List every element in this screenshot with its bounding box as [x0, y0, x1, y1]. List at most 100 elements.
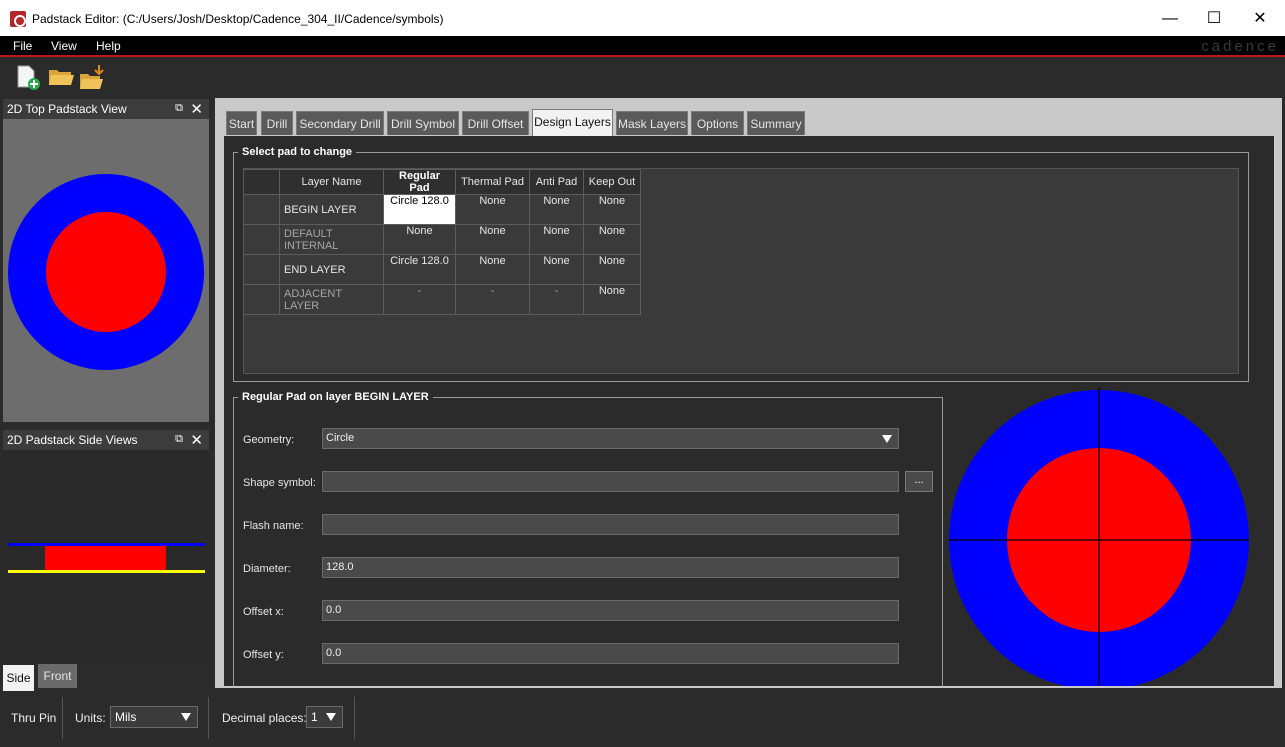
column-header-thermal-pad: Thermal Pad: [455, 169, 530, 195]
minimize-button[interactable]: —: [1155, 8, 1185, 30]
menu-help[interactable]: Help: [96, 39, 121, 53]
side-bottom-layer-line: [8, 570, 205, 573]
keep-out-cell[interactable]: None: [583, 254, 641, 285]
keep-out-cell[interactable]: None: [583, 224, 641, 255]
close-panel-icon[interactable]: ✕: [190, 100, 203, 118]
menu-file[interactable]: File: [13, 39, 32, 53]
thermal-pad-cell[interactable]: None: [455, 254, 530, 285]
browse-shape-symbol-button[interactable]: ...: [905, 471, 933, 492]
thermal-pad-cell[interactable]: None: [455, 194, 530, 225]
geometry-label: Geometry:: [243, 434, 295, 446]
pad-details-group-label: Regular Pad on layer BEGIN LAYER: [238, 391, 433, 403]
anti-pad-cell[interactable]: None: [529, 194, 584, 225]
side-padstack-view: [3, 451, 209, 663]
regular-pad-cell[interactable]: None: [383, 224, 456, 255]
padstack-type: Thru Pin: [11, 711, 57, 725]
diameter-label: Diameter:: [243, 563, 291, 575]
column-header-regular-pad: Regular Pad: [383, 169, 456, 195]
decimal-places-select[interactable]: 1: [306, 706, 343, 728]
layer-name-cell: END LAYER: [279, 254, 384, 285]
row-header[interactable]: [243, 194, 280, 225]
tab-mask-layers[interactable]: Mask Layers: [616, 111, 688, 135]
flash-name-label: Flash name:: [243, 520, 304, 532]
offset-y-label: Offset y:: [243, 649, 284, 661]
diameter-input[interactable]: 128.0: [322, 557, 899, 578]
tab-front[interactable]: Front: [38, 664, 77, 688]
decimal-places-label: Decimal places:: [222, 711, 307, 725]
anti-pad-cell[interactable]: None: [529, 224, 584, 255]
table-row[interactable]: ADJACENT LAYER - - - None: [243, 284, 641, 315]
offset-y-input[interactable]: 0.0: [322, 643, 899, 664]
status-separator: [354, 697, 355, 739]
pad-table-header: Layer Name Regular Pad Thermal Pad Anti …: [243, 169, 641, 195]
units-select[interactable]: Mils: [110, 706, 198, 728]
maximize-button[interactable]: ☐: [1199, 8, 1229, 30]
tab-summary[interactable]: Summary: [747, 111, 805, 135]
units-label: Units:: [75, 711, 106, 725]
menu-bar: File View Help cadence: [0, 36, 1285, 57]
select-pad-group-label: Select pad to change: [238, 146, 357, 158]
app-icon: [10, 11, 26, 27]
column-header-keep-out: Keep Out: [583, 169, 641, 195]
status-separator: [62, 697, 63, 739]
regular-pad-cell[interactable]: -: [383, 284, 456, 315]
thermal-pad-cell[interactable]: None: [455, 224, 530, 255]
shape-symbol-input[interactable]: [322, 471, 899, 492]
chevron-down-icon: [181, 713, 191, 721]
pad-table: Layer Name Regular Pad Thermal Pad Anti …: [243, 169, 641, 315]
table-row[interactable]: BEGIN LAYER Circle 128.0 None None None: [243, 194, 641, 225]
row-header[interactable]: [243, 224, 280, 255]
anti-pad-cell[interactable]: None: [529, 254, 584, 285]
keep-out-cell[interactable]: None: [583, 194, 641, 225]
table-row[interactable]: DEFAULT INTERNAL None None None None: [243, 224, 641, 255]
keep-out-cell[interactable]: None: [583, 284, 641, 315]
tab-drill-offset[interactable]: Drill Offset: [462, 111, 529, 135]
close-panel-icon[interactable]: ✕: [190, 431, 203, 449]
tab-options[interactable]: Options: [691, 111, 744, 135]
tab-drill[interactable]: Drill: [261, 111, 293, 135]
open-folder-download-icon[interactable]: [78, 63, 106, 91]
close-button[interactable]: ✕: [1245, 8, 1275, 30]
row-header[interactable]: [243, 254, 280, 285]
side-top-layer-line: [8, 543, 205, 546]
top-view-panel-title: 2D Top Padstack View: [7, 102, 127, 116]
float-panel-icon[interactable]: ⧉: [175, 433, 183, 446]
tab-design-layers[interactable]: Design Layers: [532, 109, 613, 136]
row-header[interactable]: [243, 284, 280, 315]
thermal-pad-cell[interactable]: -: [455, 284, 530, 315]
geometry-select[interactable]: Circle: [322, 428, 899, 449]
open-folder-icon[interactable]: [47, 63, 75, 91]
tab-start[interactable]: Start: [226, 111, 257, 135]
pad-inner-circle: [46, 212, 166, 332]
regular-pad-cell[interactable]: Circle 128.0: [383, 254, 456, 285]
units-select-value: Mils: [115, 710, 137, 724]
toolbar: [0, 59, 1285, 97]
status-separator: [208, 697, 209, 739]
tab-drill-symbol[interactable]: Drill Symbol: [387, 111, 459, 135]
top-view-panel-header: 2D Top Padstack View ⧉ ✕: [3, 99, 209, 119]
side-pad-body: [45, 545, 166, 571]
layer-name-cell: BEGIN LAYER: [279, 194, 384, 225]
row-header-corner: [243, 169, 280, 195]
menu-view[interactable]: View: [51, 39, 77, 53]
offset-x-input[interactable]: 0.0: [322, 600, 899, 621]
top-padstack-view: [3, 119, 209, 422]
anti-pad-cell[interactable]: -: [529, 284, 584, 315]
column-header-layer-name: Layer Name: [279, 169, 384, 195]
flash-name-input[interactable]: [322, 514, 899, 535]
tab-secondary-drill[interactable]: Secondary Drill: [296, 111, 384, 135]
table-row[interactable]: END LAYER Circle 128.0 None None None: [243, 254, 641, 285]
float-panel-icon[interactable]: ⧉: [175, 102, 183, 115]
pad-preview: [945, 388, 1253, 686]
chevron-down-icon: [326, 713, 336, 721]
layer-name-cell: DEFAULT INTERNAL: [279, 224, 384, 255]
regular-pad-cell[interactable]: Circle 128.0: [383, 194, 456, 225]
layer-name-cell: ADJACENT LAYER: [279, 284, 384, 315]
side-view-panel-header: 2D Padstack Side Views ⧉ ✕: [3, 430, 209, 450]
window-title: Padstack Editor: (C:/Users/Josh/Desktop/…: [32, 12, 444, 26]
decimal-places-value: 1: [311, 710, 318, 724]
tab-side[interactable]: Side: [3, 665, 34, 691]
chevron-down-icon: [882, 435, 892, 443]
cadence-logo: cadence: [1201, 38, 1279, 55]
new-file-icon[interactable]: [14, 63, 42, 91]
